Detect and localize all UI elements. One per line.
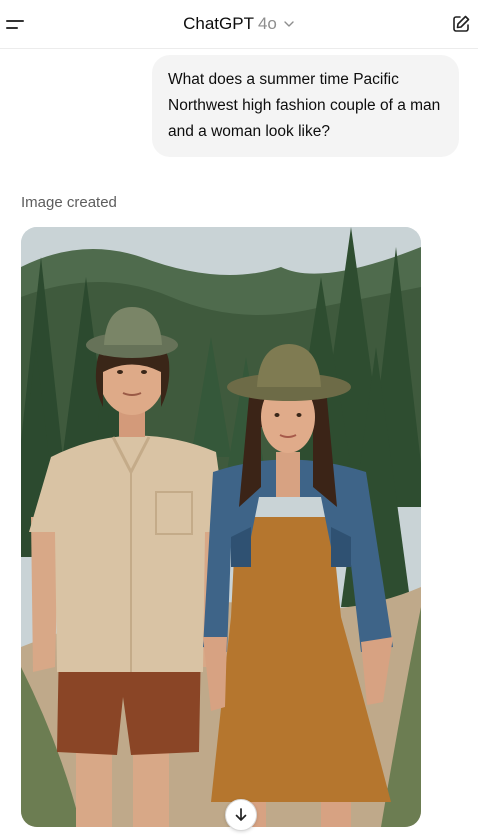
user-message-bubble: What does a summer time Pacific Northwes… — [152, 55, 459, 157]
generated-image-illustration — [21, 227, 421, 827]
arrow-down-icon — [235, 808, 247, 821]
app-title: ChatGPT — [183, 14, 254, 33]
menu-icon-line — [6, 26, 18, 29]
new-chat-edit-icon[interactable] — [450, 13, 472, 35]
chevron-down-icon — [284, 21, 294, 27]
generated-image[interactable] — [21, 227, 421, 827]
top-bar: ChatGPT 4o — [0, 0, 478, 49]
menu-icon[interactable] — [6, 12, 30, 36]
image-created-label: Image created — [21, 194, 117, 211]
scroll-down-button[interactable] — [225, 799, 257, 831]
chat-app: ChatGPT 4o What does a summer time Pacif… — [0, 0, 478, 836]
menu-icon-line — [6, 19, 24, 22]
model-selector[interactable]: ChatGPT 4o — [183, 14, 295, 34]
model-name: 4o — [257, 14, 277, 33]
